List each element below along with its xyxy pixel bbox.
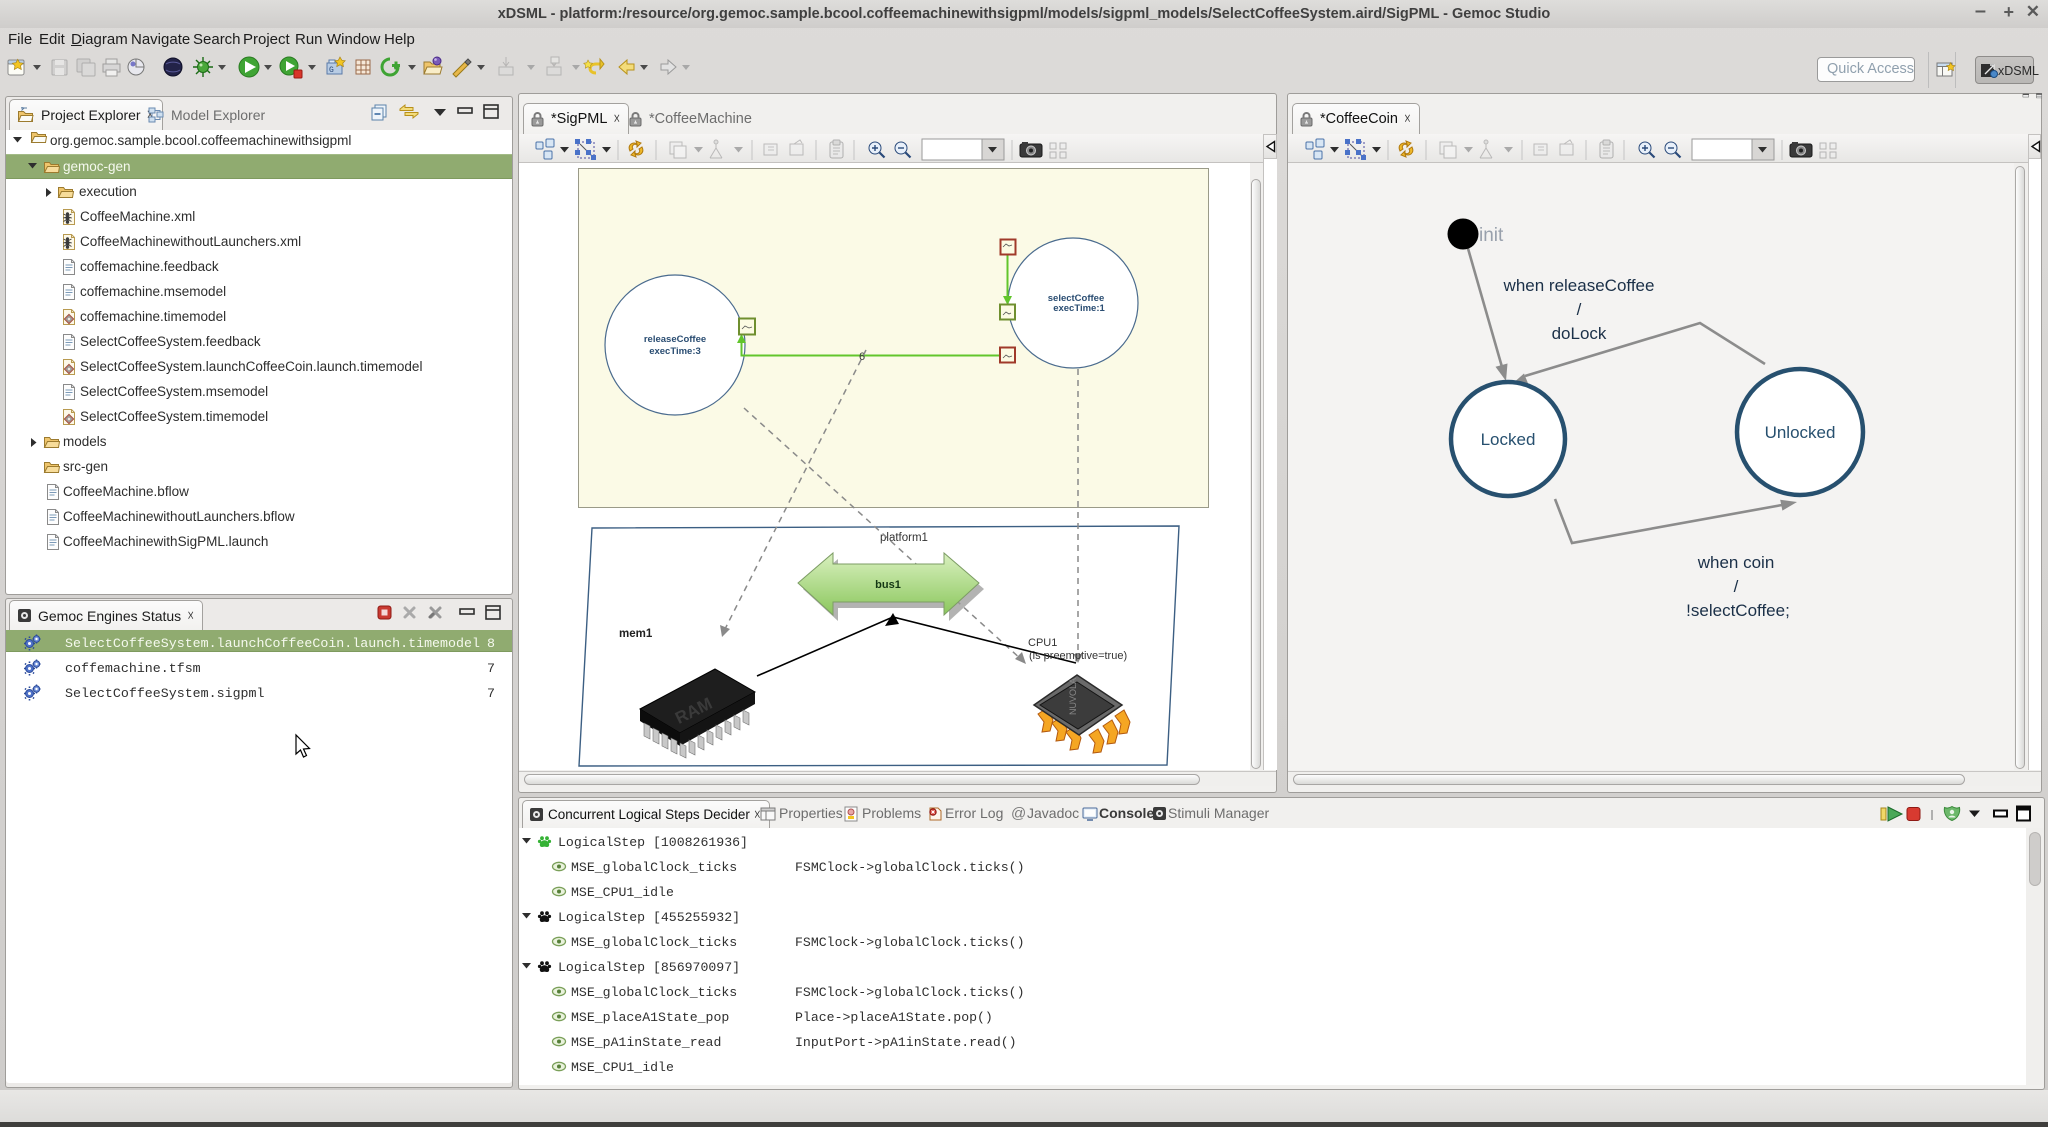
svg-text:CoffeeMachine.xml: CoffeeMachine.xml [80,209,195,224]
svg-text:bus1: bus1 [875,579,901,591]
svg-text:CoffeeMachinewithSigPML.launch: CoffeeMachinewithSigPML.launch [63,534,268,549]
svg-text:src-gen: src-gen [63,459,108,474]
svg-text:CPU1: CPU1 [1028,637,1057,649]
svg-text:when releaseCoffee: when releaseCoffee [1503,276,1655,295]
svg-text:MSE_CPU1_idle: MSE_CPU1_idle [571,885,674,900]
svg-text:org.gemoc.sample.bcool.coffeem: org.gemoc.sample.bcool.coffeemachinewith… [50,133,351,148]
svg-text:8: 8 [487,636,495,651]
svg-text:(is preemptive=true): (is preemptive=true) [1029,650,1127,662]
svg-text:SelectCoffeeSystem.timemodel: SelectCoffeeSystem.timemodel [80,409,268,424]
svg-text:SelectCoffeeSystem.launchCoffe: SelectCoffeeSystem.launchCoffeeCoin.laun… [80,359,422,374]
svg-text:FSMClock->globalClock.ticks(): FSMClock->globalClock.ticks() [795,985,1025,1000]
svg-text:7: 7 [487,686,495,701]
svg-text:mem1: mem1 [619,628,653,640]
svg-text:MSE_placeA1State_pop: MSE_placeA1State_pop [571,1010,729,1025]
svg-text:InputPort->pA1inState.read(): InputPort->pA1inState.read() [795,1035,1017,1050]
svg-text:coffemachine.feedback: coffemachine.feedback [80,259,219,274]
svg-text:MSE_globalClock_ticks: MSE_globalClock_ticks [571,935,737,950]
svg-text:platform1: platform1 [880,532,928,544]
svg-text:coffemachine.tfsm: coffemachine.tfsm [65,661,201,676]
svg-text:FSMClock->globalClock.ticks(): FSMClock->globalClock.ticks() [795,935,1025,950]
svg-text:MSE_pA1inState_read: MSE_pA1inState_read [571,1035,721,1050]
svg-text:SelectCoffeeSystem.sigpml: SelectCoffeeSystem.sigpml [65,686,265,701]
svg-text:SelectCoffeeSystem.msemodel: SelectCoffeeSystem.msemodel [80,384,268,399]
svg-text:/: / [1734,577,1739,596]
svg-text:CoffeeMachinewithoutLaunchers.: CoffeeMachinewithoutLaunchers.xml [80,234,301,249]
svg-text:gemoc-gen: gemoc-gen [63,159,131,174]
svg-text:!selectCoffee;: !selectCoffee; [1686,601,1790,620]
svg-text:Locked: Locked [1481,430,1536,449]
svg-text:when coin: when coin [1697,553,1775,572]
svg-text:models: models [63,434,107,449]
svg-text:CoffeeMachine.bflow: CoffeeMachine.bflow [63,484,189,499]
svg-text:releaseCoffee: releaseCoffee [644,334,706,345]
svg-text:NUVOLA: NUVOLA [1068,678,1078,715]
svg-text:execTime:3: execTime:3 [649,346,701,357]
svg-text:LogicalStep [856970097]: LogicalStep [856970097] [558,960,740,975]
svg-text:G: G [329,66,334,75]
svg-text:coffemachine.msemodel: coffemachine.msemodel [80,284,226,299]
svg-text:SelectCoffeeSystem.launchCoffe: SelectCoffeeSystem.launchCoffeeCoin.laun… [65,636,480,651]
svg-text:MSE_globalClock_ticks: MSE_globalClock_ticks [571,985,737,1000]
svg-text:init: init [1479,225,1504,246]
svg-text:LogicalStep [455255932]: LogicalStep [455255932] [558,910,740,925]
svg-text:execTime:1: execTime:1 [1053,303,1105,314]
svg-text:LogicalStep [1008261936]: LogicalStep [1008261936] [558,835,748,850]
svg-text:MSE_CPU1_idle: MSE_CPU1_idle [571,1060,674,1075]
svg-text:Unlocked: Unlocked [1765,423,1836,442]
svg-text:CoffeeMachinewithoutLaunchers.: CoffeeMachinewithoutLaunchers.bflow [63,509,295,524]
svg-text:FSMClock->globalClock.ticks(): FSMClock->globalClock.ticks() [795,860,1025,875]
svg-text:Place->placeA1State.pop(): Place->placeA1State.pop() [795,1010,993,1025]
svg-text:MSE_globalClock_ticks: MSE_globalClock_ticks [571,860,737,875]
svg-text:/: / [1577,300,1582,319]
svg-text:doLock: doLock [1552,324,1607,343]
svg-text:SelectCoffeeSystem.feedback: SelectCoffeeSystem.feedback [80,334,261,349]
svg-text:7: 7 [487,661,495,676]
svg-text:coffemachine.timemodel: coffemachine.timemodel [80,309,226,324]
svg-text:execution: execution [79,184,137,199]
